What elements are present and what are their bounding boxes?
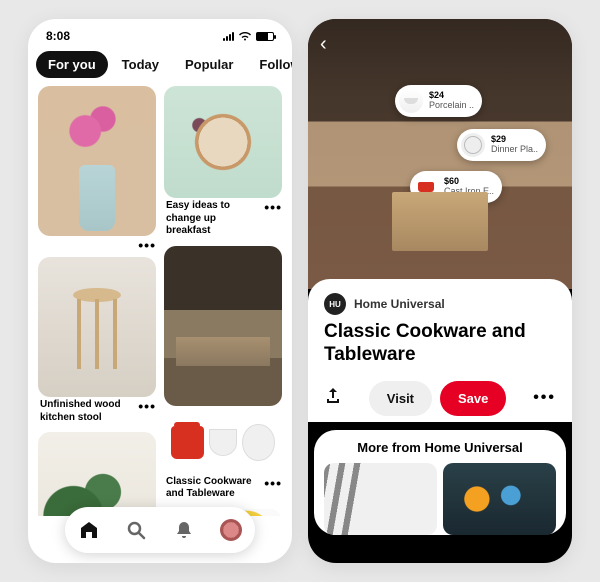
more-from-section: More from Home Universal [314,430,566,535]
pin-kitchen[interactable] [164,246,282,406]
profile-icon[interactable] [220,519,242,541]
battery-icon [256,32,274,41]
phone-detail: ‹ $24 Porcelain .. $29 Dinner Pla.. $60 … [308,19,572,563]
more-icon[interactable]: ••• [533,389,556,407]
pin-flowers[interactable]: ••• [38,86,156,251]
status-bar: 8:08 [28,19,292,47]
tag-name: Cast Iron E.. [444,187,494,197]
shop-tag[interactable]: $24 Porcelain .. [395,85,482,117]
pin-image [38,86,156,236]
pin-toast[interactable]: Easy ideas to change up breakfast ••• [164,86,282,240]
pin-image [164,86,282,198]
pin-image [164,412,282,474]
save-button[interactable]: Save [440,381,506,416]
feed-col-right: Easy ideas to change up breakfast ••• Cl… [164,86,282,516]
tab-popular[interactable]: Popular [173,51,245,78]
pin-cookware[interactable]: Classic Cookware and Tableware ••• [164,412,282,503]
search-icon[interactable] [125,519,147,541]
related-pin[interactable] [443,463,556,535]
clock: 8:08 [46,29,70,43]
pin-title: Unfinished wood kitchen stool [40,399,134,424]
shop-tag[interactable]: $60 Cast Iron E.. [410,171,502,203]
notifications-icon[interactable] [173,519,195,541]
tab-following[interactable]: Following [247,51,292,78]
phone-feed: 8:08 For you Today Popular Following Re … [28,19,292,563]
action-row: Visit Save ••• [324,381,556,416]
pin-more-icon[interactable]: ••• [138,238,156,249]
brand-logo: HU [324,293,346,315]
bottom-nav [65,507,255,553]
tag-name: Dinner Pla.. [491,145,538,155]
more-from-title: More from Home Universal [324,440,556,455]
pin-image [38,257,156,397]
feed[interactable]: ••• Unfinished wood kitchen stool ••• Ea… [28,86,292,516]
wifi-icon [238,31,252,41]
tab-for-you[interactable]: For you [36,51,108,78]
feed-tabs: For you Today Popular Following Re [28,47,292,86]
pin-title: Easy ideas to change up breakfast [166,200,260,238]
pin-plant[interactable] [38,432,156,516]
pin-image [38,432,156,516]
related-pin[interactable] [324,463,437,535]
pin-more-icon[interactable]: ••• [264,200,282,211]
tab-today[interactable]: Today [110,51,171,78]
back-icon[interactable]: ‹ [320,33,327,56]
tag-thumb [461,133,485,157]
status-icons [223,31,274,41]
signal-icon [223,32,234,41]
pin-more-icon[interactable]: ••• [138,399,156,410]
avatar [220,519,242,541]
tag-name: Porcelain .. [429,101,474,111]
detail-sheet: HU Home Universal Classic Cookware and T… [308,279,572,422]
pin-detail-title: Classic Cookware and Tableware [324,321,556,367]
tag-thumb [414,175,438,199]
brand-row[interactable]: HU Home Universal [324,293,556,315]
shop-tag[interactable]: $29 Dinner Pla.. [457,129,546,161]
home-icon[interactable] [78,519,100,541]
pin-image [164,246,282,406]
visit-button[interactable]: Visit [369,381,432,416]
tag-thumb [399,89,423,113]
hero-image[interactable]: ‹ $24 Porcelain .. $29 Dinner Pla.. $60 … [308,19,572,289]
pin-title: Classic Cookware and Tableware [166,476,260,501]
share-icon[interactable] [324,387,342,410]
pin-stool[interactable]: Unfinished wood kitchen stool ••• [38,257,156,426]
pin-more-icon[interactable]: ••• [264,476,282,487]
feed-col-left: ••• Unfinished wood kitchen stool ••• [38,86,156,516]
brand-name: Home Universal [354,297,445,311]
